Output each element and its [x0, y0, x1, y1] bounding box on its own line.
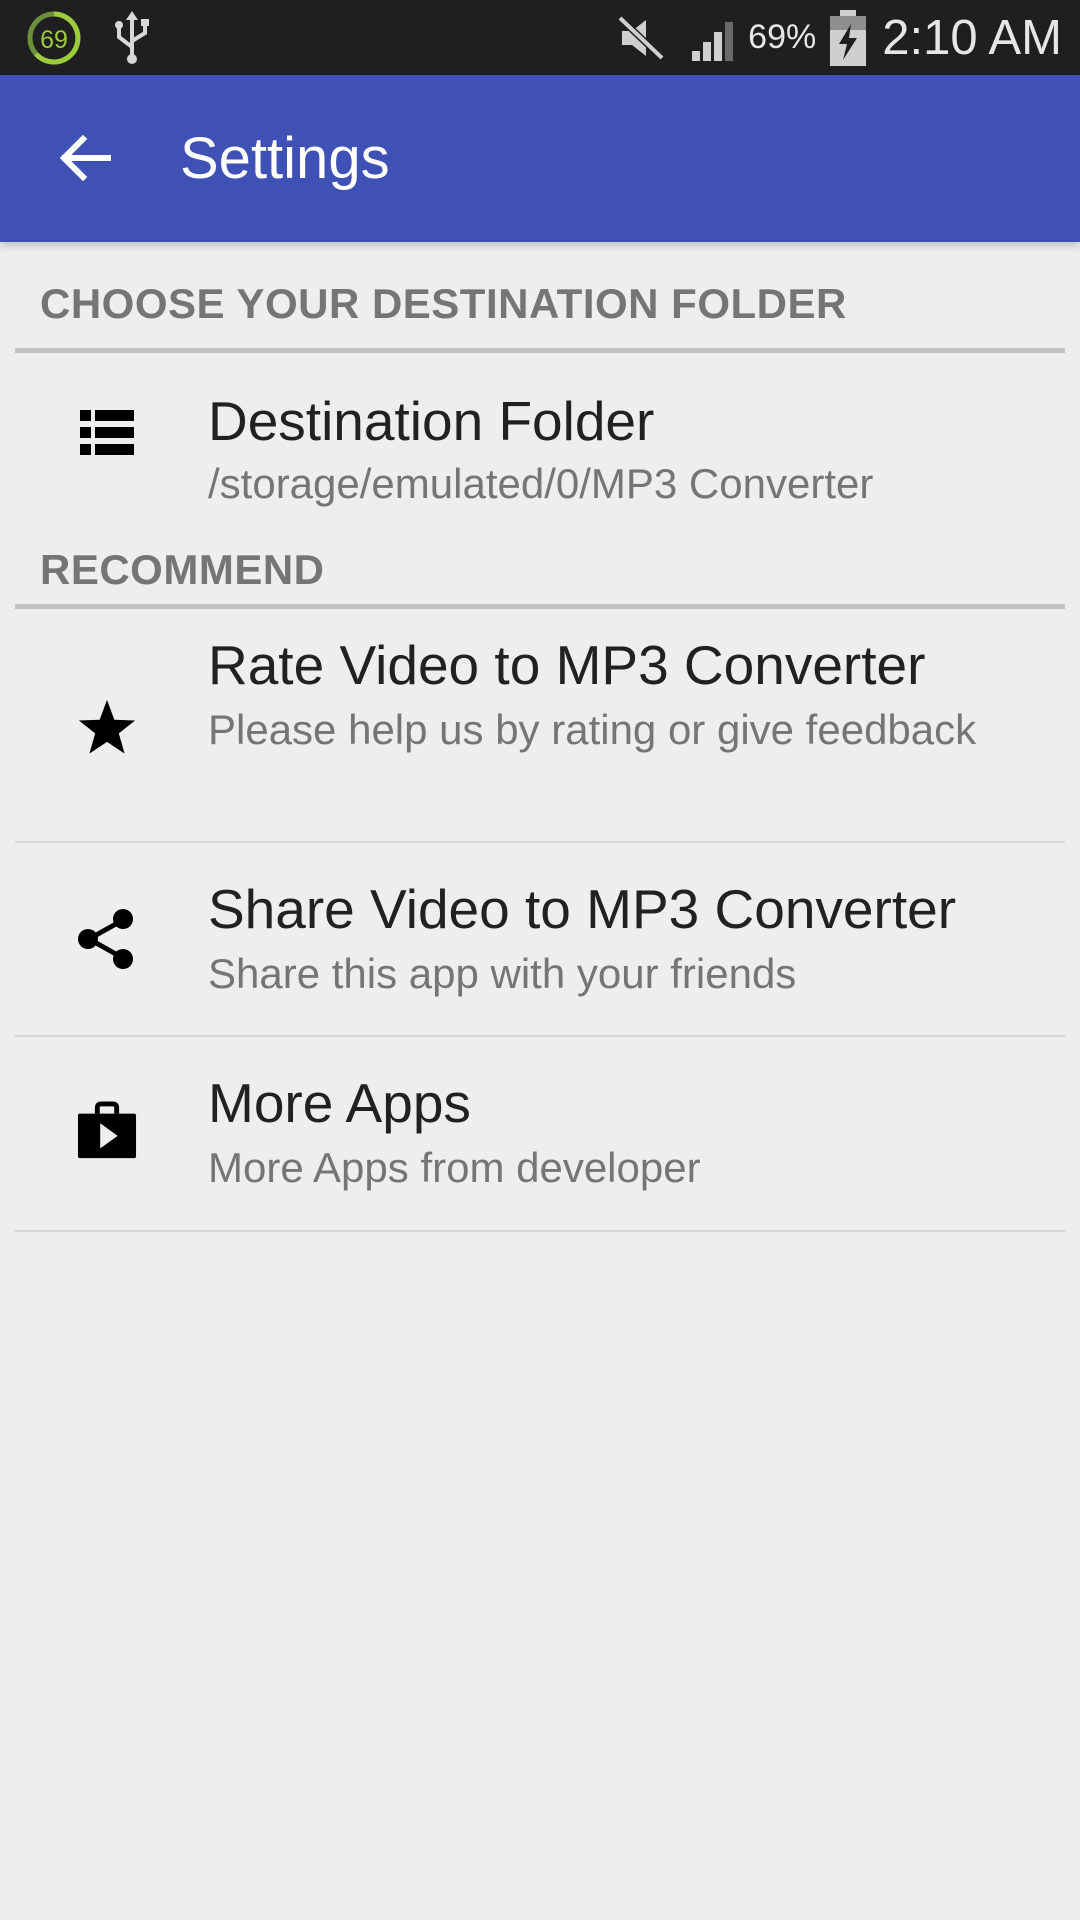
pref-text: Destination Folder /storage/emulated/0/M…	[208, 389, 1035, 511]
list-icon	[77, 403, 137, 463]
pref-destination-folder[interactable]: Destination Folder /storage/emulated/0/M…	[15, 353, 1065, 532]
arrow-back-icon	[59, 135, 111, 181]
pref-title: Rate Video to MP3 Converter	[208, 634, 926, 696]
clock: 2:10 AM	[882, 10, 1062, 65]
status-left: 69	[26, 10, 150, 66]
pref-text: Rate Video to MP3 Converter Please help …	[208, 633, 1035, 757]
app-toolbar: Settings	[0, 75, 1080, 242]
pref-more-apps[interactable]: More Apps More Apps from developer	[15, 1037, 1065, 1232]
status-right: 69% 2:10 AM	[616, 0, 1062, 75]
pref-title: More Apps	[208, 1072, 471, 1134]
pref-title: Destination Folder	[208, 390, 655, 452]
page-title: Settings	[180, 126, 390, 191]
pref-share-app[interactable]: Share Video to MP3 Converter Share this …	[15, 843, 1065, 1037]
pref-summary: /storage/emulated/0/MP3 Converter	[208, 460, 874, 507]
signal-icon	[690, 13, 740, 63]
circle-69-icon: 69	[26, 10, 82, 66]
category-title: CHOOSE YOUR DESTINATION FOLDER	[40, 280, 847, 327]
mute-icon	[616, 14, 668, 62]
category-recommend: RECOMMEND	[15, 532, 1065, 609]
pref-title: Share Video to MP3 Converter	[208, 878, 957, 940]
battery-charging-icon	[828, 9, 868, 66]
back-button[interactable]	[46, 119, 124, 197]
category-destination-folder: CHOOSE YOUR DESTINATION FOLDER	[15, 242, 1065, 353]
pref-rate-app[interactable]: Rate Video to MP3 Converter Please help …	[15, 609, 1065, 843]
battery-percent: 69%	[748, 18, 817, 56]
pref-text: More Apps More Apps from developer	[208, 1071, 1035, 1195]
settings-list: CHOOSE YOUR DESTINATION FOLDER Destinati…	[0, 242, 1080, 1232]
pref-summary: Share this app with your friends	[208, 950, 797, 997]
pref-summary: More Apps from developer	[208, 1144, 701, 1191]
status-bar: 69 69% 2:10 AM	[0, 0, 1080, 75]
svg-text:69: 69	[40, 26, 68, 54]
star-icon	[77, 697, 137, 757]
usb-icon	[114, 11, 150, 65]
pref-summary: Please help us by rating or give feedbac…	[208, 706, 977, 753]
play-store-icon	[77, 1101, 137, 1161]
pref-text: Share Video to MP3 Converter Share this …	[208, 877, 1035, 1001]
share-icon	[77, 909, 137, 969]
category-title: RECOMMEND	[40, 546, 325, 593]
